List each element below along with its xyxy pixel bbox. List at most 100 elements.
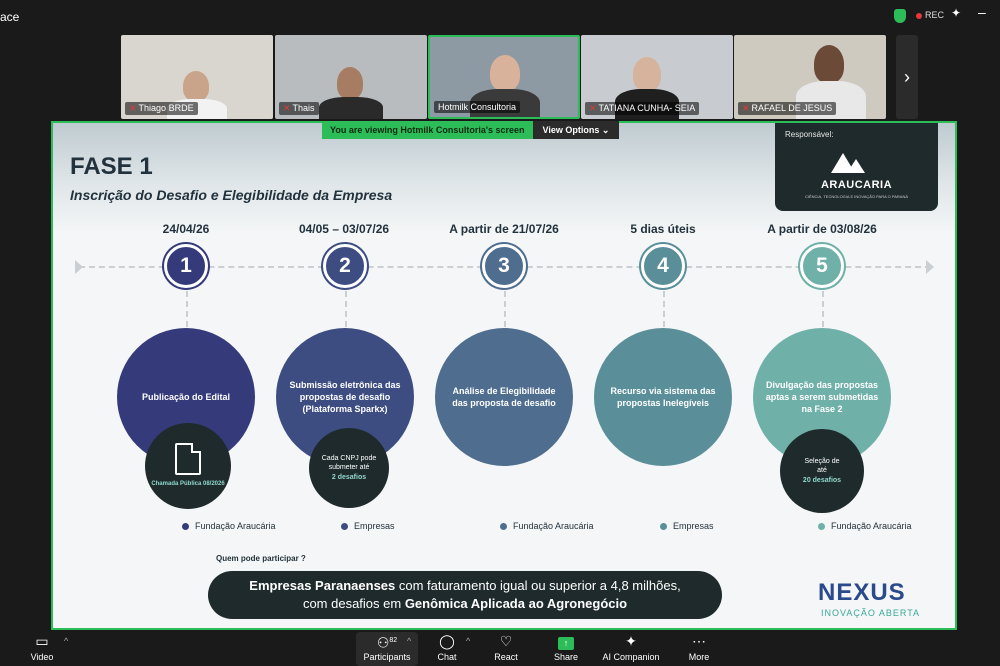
ai-companion-label: AI Companion	[602, 652, 660, 662]
phase-date: A partir de 03/08/26	[767, 222, 877, 236]
chat-options-caret-icon[interactable]: ^	[466, 636, 470, 646]
meeting-toolbar: ▭ Video ^ ⚇82 Participants ^ ◯ Chat ^ ♡ …	[0, 632, 1000, 666]
view-options-button[interactable]: View Options ⌄	[532, 121, 620, 139]
video-options-caret-icon[interactable]: ^	[64, 636, 68, 646]
slide-title: FASE 1	[70, 153, 153, 180]
participant-face	[337, 67, 363, 99]
phase-number: 2	[339, 254, 351, 277]
share-label: Share	[553, 652, 579, 662]
top-bar: ace REC ✦ –	[0, 0, 1000, 34]
zoom-meeting-window: ace REC ✦ – ✕ Thiago BRDE ✕ Thais Hotmilk …	[0, 0, 1000, 666]
participant-face	[490, 55, 520, 91]
phase-connector	[822, 291, 824, 327]
legend-bullet	[660, 523, 667, 531]
phase-number: 4	[657, 254, 669, 277]
phase-detail-circle: Seleção de até 20 desafios	[780, 429, 864, 513]
participant-name: Thais	[292, 103, 315, 113]
view-options-label: View Options	[542, 125, 600, 135]
participant-tile[interactable]: ✕ RAFAEL DE JESUS	[734, 35, 886, 119]
app-name: ace	[0, 10, 20, 24]
araucaria-logo-subtext: CIÊNCIA, TECNOLOGIA E INOVAÇÃO PARA O PA…	[804, 194, 909, 199]
nexus-logo: NEXUS	[818, 579, 906, 606]
participant-name: TATIANA CUNHA- SEIA	[598, 103, 696, 113]
araucaria-logo-icon-part	[847, 159, 865, 173]
share-button[interactable]: ↑ Share	[548, 632, 584, 666]
viewing-label: You are viewing Hotmilk Consultoria's sc…	[322, 121, 533, 139]
phase-detail-highlight: Chamada Pública 08/2026	[151, 481, 225, 488]
participant-tile[interactable]: ✕ TATIANA CUNHA- SEIA	[581, 35, 733, 119]
heart-icon: ♡	[499, 633, 513, 649]
phase-number-badge: 5	[800, 244, 844, 288]
participant-name-tag: ✕ TATIANA CUNHA- SEIA	[585, 102, 700, 115]
eligibility-pill: Empresas Paranaenses com faturamento igu…	[208, 571, 722, 619]
participant-tile[interactable]: ✕ Thiago BRDE	[121, 35, 273, 119]
phase-responsible: Fundação Araucária	[500, 521, 594, 531]
ai-companion-button[interactable]: ✦ AI Companion	[600, 632, 662, 666]
phase-detail-circle: Cada CNPJ pode submeter até 2 desafios	[309, 428, 389, 508]
participants-label: Participants	[363, 652, 411, 662]
security-shield-icon[interactable]	[894, 9, 906, 23]
legend-bullet	[500, 523, 507, 531]
next-participants-chevron-icon[interactable]: ›	[896, 35, 918, 119]
participant-tile[interactable]: ✕ Thais	[275, 35, 427, 119]
more-dots-icon: ⋯	[692, 633, 706, 649]
phase-circle: Análise de Elegibilidade das proposta de…	[435, 328, 573, 466]
araucaria-logo-text: ARAUCARIA	[820, 179, 893, 191]
react-button[interactable]: ♡ React	[488, 632, 524, 666]
responsavel-box: Responsável: ARAUCARIA CIÊNCIA, TECNOLOG…	[775, 123, 938, 211]
participants-options-caret-icon[interactable]: ^	[407, 636, 411, 646]
participant-name-tag: ✕ RAFAEL DE JESUS	[738, 102, 837, 115]
phase-circle: Recurso via sistema das propostas Ineleg…	[594, 328, 732, 466]
recording-indicator: REC	[916, 10, 944, 20]
shared-screen-slide: FASE 1 Inscrição do Desafio e Elegibilid…	[51, 121, 957, 630]
eligibility-line-1: Empresas Paranaenses com faturamento igu…	[208, 577, 722, 595]
legend-bullet	[341, 523, 348, 531]
ai-sparkle-icon: ✦	[625, 633, 637, 649]
phase-number-badge: 4	[641, 244, 685, 288]
phase-connector	[345, 291, 347, 327]
phase-responsible: Fundação Araucária	[818, 521, 912, 531]
phase-responsible: Empresas	[341, 521, 395, 531]
chat-button[interactable]: ◯ Chat	[430, 632, 464, 666]
eligibility-bold-1: Empresas Paranaenses	[249, 577, 396, 593]
responsible-label: Fundação Araucária	[831, 521, 912, 531]
participant-name: Thiago BRDE	[138, 103, 194, 113]
more-label: More	[688, 652, 710, 662]
responsible-label: Empresas	[354, 521, 395, 531]
phase-number-badge: 2	[323, 244, 367, 288]
video-camera-icon: ▭	[35, 633, 49, 649]
more-button[interactable]: ⋯ More	[682, 632, 716, 666]
phase-connector	[504, 291, 506, 327]
responsible-label: Fundação Araucária	[513, 521, 594, 531]
participant-torso	[319, 97, 383, 119]
muted-mic-icon: ✕	[129, 103, 137, 113]
nexus-logo-subtitle: INOVAÇÃO ABERTA	[821, 608, 921, 618]
participants-count: 82	[389, 637, 398, 644]
document-icon	[175, 443, 201, 476]
phase-responsible: Empresas	[660, 521, 714, 531]
phase-number-badge: 3	[482, 244, 526, 288]
ai-spark-icon[interactable]: ✦	[951, 6, 961, 20]
eligibility-text-2: com desafios em	[302, 596, 405, 611]
phase-connector	[663, 291, 665, 327]
phase-number: 1	[180, 254, 192, 277]
minimize-icon[interactable]: –	[978, 4, 986, 20]
phase-responsible: Fundação Araucária	[182, 521, 276, 531]
phase-connector	[186, 291, 188, 327]
phase-date: A partir de 21/07/26	[449, 222, 559, 236]
screen-share-banner: You are viewing Hotmilk Consultoria's sc…	[322, 121, 620, 139]
phase-date: 24/04/26	[162, 222, 210, 236]
eligibility-text-1: com faturamento igual ou superior a 4,8 …	[395, 577, 681, 593]
chevron-down-icon: ⌄	[601, 125, 610, 135]
participant-tile-active-speaker[interactable]: Hotmilk Consultoria	[428, 35, 580, 119]
participant-name-tag: ✕ Thais	[279, 102, 319, 115]
chat-label: Chat	[437, 652, 457, 662]
phase-number-badge: 1	[164, 244, 208, 288]
phase-detail-highlight: 20 desafios	[802, 476, 842, 484]
participant-face	[183, 71, 209, 101]
participant-face	[633, 57, 661, 91]
legend-bullet	[182, 523, 189, 531]
participant-face	[814, 45, 844, 83]
video-button[interactable]: ▭ Video	[22, 632, 62, 666]
slide-subtitle: Inscrição do Desafio e Elegibilidade da …	[70, 187, 393, 203]
